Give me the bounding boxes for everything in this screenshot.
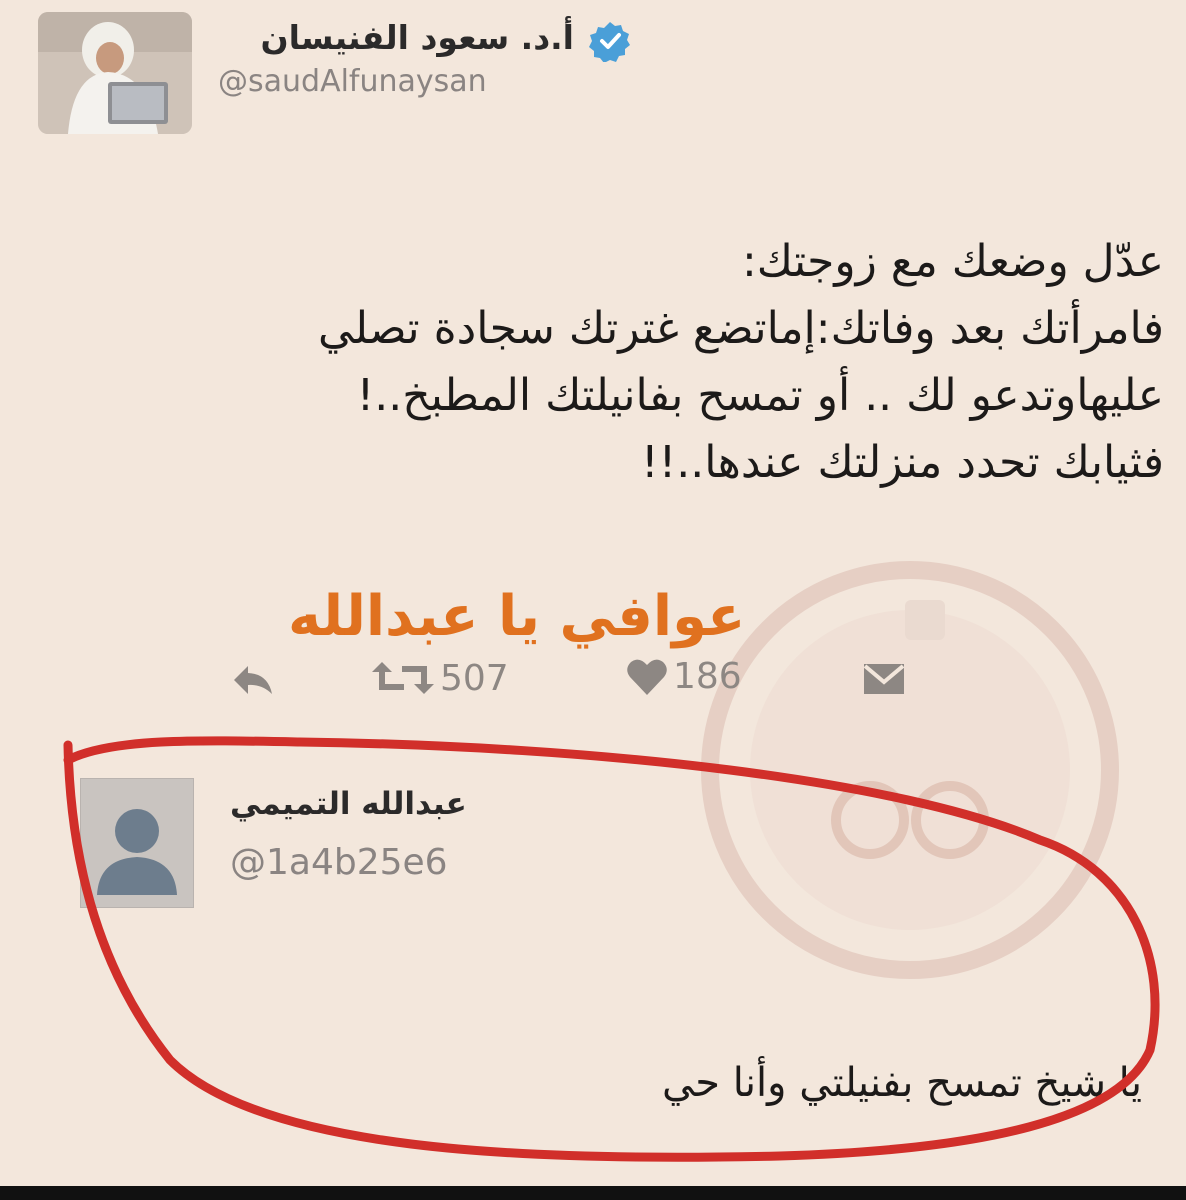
- overlay-caption: عوافي يا عبدالله: [288, 584, 746, 649]
- retweet-count: 507: [440, 657, 509, 699]
- author-name[interactable]: أ.د. سعود الفنيسان: [260, 18, 574, 57]
- author-avatar[interactable]: [38, 12, 192, 134]
- envelope-icon: [863, 664, 905, 694]
- tweet-text: عدّل وضعك مع زوجتك: فامرأتك بعد وفاتك:إم…: [44, 228, 1164, 496]
- retweet-icon: [372, 662, 434, 694]
- bottom-border: [0, 1186, 1186, 1200]
- reply-text: يا شيخ تمسح بفنيلتي وأنا حي: [661, 1060, 1142, 1106]
- reply-arrow-icon: [234, 666, 272, 694]
- tweet-line: عليهاوتدعو لك .. أو تمسح بفانيلتك المطبخ…: [356, 370, 1164, 421]
- reply-author-name[interactable]: عبدالله التميمي: [230, 786, 467, 822]
- like-button[interactable]: 186: [625, 656, 742, 697]
- verified-badge-icon: [589, 22, 630, 62]
- watermark-logo: [701, 561, 1119, 979]
- like-count: 186: [673, 656, 742, 697]
- tweet-line: فامرأتك بعد وفاتك:إماتضع غترتك سجادة تصل…: [317, 303, 1164, 354]
- retweet-button[interactable]: 507: [370, 656, 509, 700]
- tweet-line: فثيابك تحدد منزلتك عندها..!!: [641, 437, 1164, 488]
- reply-author-handle[interactable]: @1a4b25e6: [230, 842, 448, 883]
- reply-button[interactable]: [228, 660, 276, 700]
- tweet-line: عدّل وضعك مع زوجتك:: [741, 236, 1164, 287]
- heart-icon: [627, 659, 667, 695]
- author-handle[interactable]: @saudAlfunaysan: [218, 64, 487, 99]
- tweet-actions: 507 186: [0, 652, 1186, 712]
- reply-avatar[interactable]: [80, 778, 194, 908]
- direct-message-button[interactable]: [862, 662, 906, 696]
- default-user-icon: [97, 809, 177, 895]
